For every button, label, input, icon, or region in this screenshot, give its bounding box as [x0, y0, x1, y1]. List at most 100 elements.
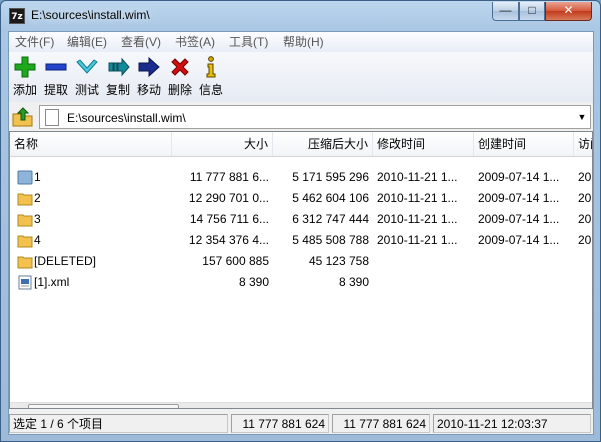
path-field[interactable]: E:\sources\install.wim\ ▼ — [39, 105, 591, 129]
address-bar: E:\sources\install.wim\ ▼ — [9, 104, 593, 130]
table-row[interactable]: 4 12 354 376 4... 5 485 508 788 2010-11-… — [10, 230, 592, 251]
add-button[interactable]: 添加 — [10, 55, 40, 101]
table-row[interactable]: 2 12 290 701 0... 5 462 604 106 2010-11-… — [10, 188, 592, 209]
cell-size: 12 290 701 0... — [188, 191, 269, 205]
copy-button[interactable]: 复制 — [103, 55, 133, 101]
cell-created: 2009-07-14 1... — [478, 170, 560, 184]
cell-name: 2 — [34, 191, 41, 205]
cell-modified: 2010-11-21 1... — [377, 212, 458, 226]
menu-edit[interactable]: 编辑(E) — [65, 34, 109, 50]
cell-created — [474, 272, 574, 293]
table-row[interactable]: 1 11 777 881 6... 5 171 595 296 2010-11-… — [10, 167, 592, 188]
column-packed-size[interactable]: 压缩后大小 — [273, 132, 373, 156]
folder-up-icon — [12, 107, 33, 127]
menu-file[interactable]: 文件(F) — [13, 34, 56, 50]
add-label: 添加 — [12, 83, 37, 97]
cell-created — [474, 251, 574, 272]
cell-size: 14 756 711 6... — [189, 212, 269, 226]
title-bar[interactable]: 7z E:\sources\install.wim\ — □ ✕ — [1, 1, 600, 31]
cell-name: [1].xml — [34, 275, 70, 289]
delete-button[interactable]: 删除 — [165, 55, 195, 101]
folder-up-button[interactable] — [11, 106, 35, 128]
column-created[interactable]: 创建时间 — [474, 132, 574, 156]
table-row[interactable]: 3 14 756 711 6... 6 312 747 444 2010-11-… — [10, 209, 592, 230]
info-button[interactable]: 信息 — [196, 55, 226, 101]
menu-help[interactable]: 帮助(H) — [281, 34, 326, 50]
menu-bookmarks[interactable]: 书签(A) — [173, 34, 217, 50]
cell-created: 2009-07-14 1... — [478, 191, 560, 205]
window-title: E:\sources\install.wim\ — [31, 8, 150, 22]
cell-name: 1 — [34, 170, 41, 184]
cell-size: 11 777 881 6... — [189, 170, 269, 184]
column-size[interactable]: 大小 — [172, 132, 273, 156]
move-button[interactable]: 移动 — [134, 55, 164, 101]
menu-tools[interactable]: 工具(T) — [227, 34, 270, 50]
status-size: 11 777 881 624 — [231, 414, 329, 433]
move-icon — [138, 56, 160, 78]
cell-packed: 5 171 595 296 — [292, 170, 369, 184]
status-selection: 选定 1 / 6 个项目 — [9, 414, 228, 433]
test-icon — [76, 59, 98, 74]
cell-size: 8 390 — [238, 275, 269, 289]
delete-label: 删除 — [167, 83, 192, 97]
column-modified[interactable]: 修改时间 — [373, 132, 474, 156]
cell-modified — [373, 272, 474, 293]
chevron-down-icon[interactable]: ▼ — [576, 110, 588, 124]
file-list[interactable]: 名称 大小 压缩后大小 修改时间 创建时间 访问 1 11 777 881 6.… — [9, 131, 593, 409]
table-row[interactable]: [1].xml 8 390 8 390 — [10, 272, 592, 293]
extract-label: 提取 — [43, 83, 68, 97]
cell-created: 2009-07-14 1... — [478, 233, 560, 247]
menu-view[interactable]: 查看(V) — [119, 34, 163, 50]
extract-button[interactable]: 提取 — [41, 55, 71, 101]
cell-modified: 2010-11-21 1... — [377, 191, 458, 205]
cell-modified: 2010-11-21 1... — [377, 233, 458, 247]
cell-packed: 6 312 747 444 — [292, 212, 369, 226]
cell-accessed: 20 — [578, 212, 592, 226]
column-name[interactable]: 名称 — [10, 132, 172, 156]
cell-name: 4 — [34, 233, 41, 247]
cell-accessed: 20 — [578, 233, 592, 247]
maximize-button[interactable]: □ — [519, 2, 545, 21]
cell-created: 2009-07-14 1... — [478, 212, 560, 226]
scroll-thumb[interactable]: ||| — [28, 404, 179, 408]
add-icon — [14, 56, 36, 78]
cell-packed: 5 485 508 788 — [292, 233, 369, 247]
extract-icon — [45, 63, 67, 71]
table-row[interactable]: [DELETED] 157 600 885 45 123 758 — [10, 251, 592, 272]
scroll-right-icon[interactable]: ▶ — [575, 403, 592, 408]
cell-accessed — [574, 251, 592, 272]
toolbar: 添加 提取 测试 复制 移动 删除 信息 — [9, 52, 593, 102]
header-divider — [10, 156, 592, 157]
cell-size: 12 354 376 4... — [188, 233, 269, 247]
cell-packed: 5 462 604 106 — [292, 191, 369, 205]
info-icon — [206, 56, 216, 78]
app-window: 7z E:\sources\install.wim\ — □ ✕ 文件(F) 编… — [0, 0, 601, 442]
cell-size: 157 600 885 — [202, 254, 269, 268]
cell-modified — [373, 251, 474, 272]
move-label: 移动 — [136, 83, 161, 97]
archive-icon — [45, 109, 59, 126]
cell-accessed: 20 — [578, 170, 592, 184]
menu-bar: 文件(F) 编辑(E) 查看(V) 书签(A) 工具(T) 帮助(H) — [9, 32, 593, 52]
cell-packed: 45 123 758 — [308, 254, 369, 268]
test-label: 测试 — [74, 83, 99, 97]
cell-modified: 2010-11-21 1... — [377, 170, 458, 184]
horizontal-scrollbar[interactable]: ◀ ||| ▶ — [10, 402, 592, 408]
info-label: 信息 — [198, 83, 223, 97]
column-accessed[interactable]: 访问 — [574, 132, 592, 156]
copy-label: 复制 — [105, 83, 130, 97]
close-button[interactable]: ✕ — [545, 2, 592, 21]
copy-icon — [108, 57, 130, 77]
status-bar: 选定 1 / 6 个项目 11 777 881 624 11 777 881 6… — [9, 412, 593, 434]
minimize-button[interactable]: — — [492, 2, 519, 21]
cell-name: 3 — [34, 212, 41, 226]
scroll-left-icon[interactable]: ◀ — [10, 403, 27, 408]
status-packed: 11 777 881 624 — [332, 414, 430, 433]
cell-accessed — [574, 272, 592, 293]
cell-packed: 8 390 — [338, 275, 369, 289]
client-area: 文件(F) 编辑(E) 查看(V) 书签(A) 工具(T) 帮助(H) 添加 提… — [8, 31, 594, 435]
status-modified: 2010-11-21 12:03:37 — [433, 414, 591, 433]
test-button[interactable]: 测试 — [72, 55, 102, 101]
cell-accessed: 20 — [578, 191, 592, 205]
path-text: E:\sources\install.wim\ — [67, 111, 186, 125]
